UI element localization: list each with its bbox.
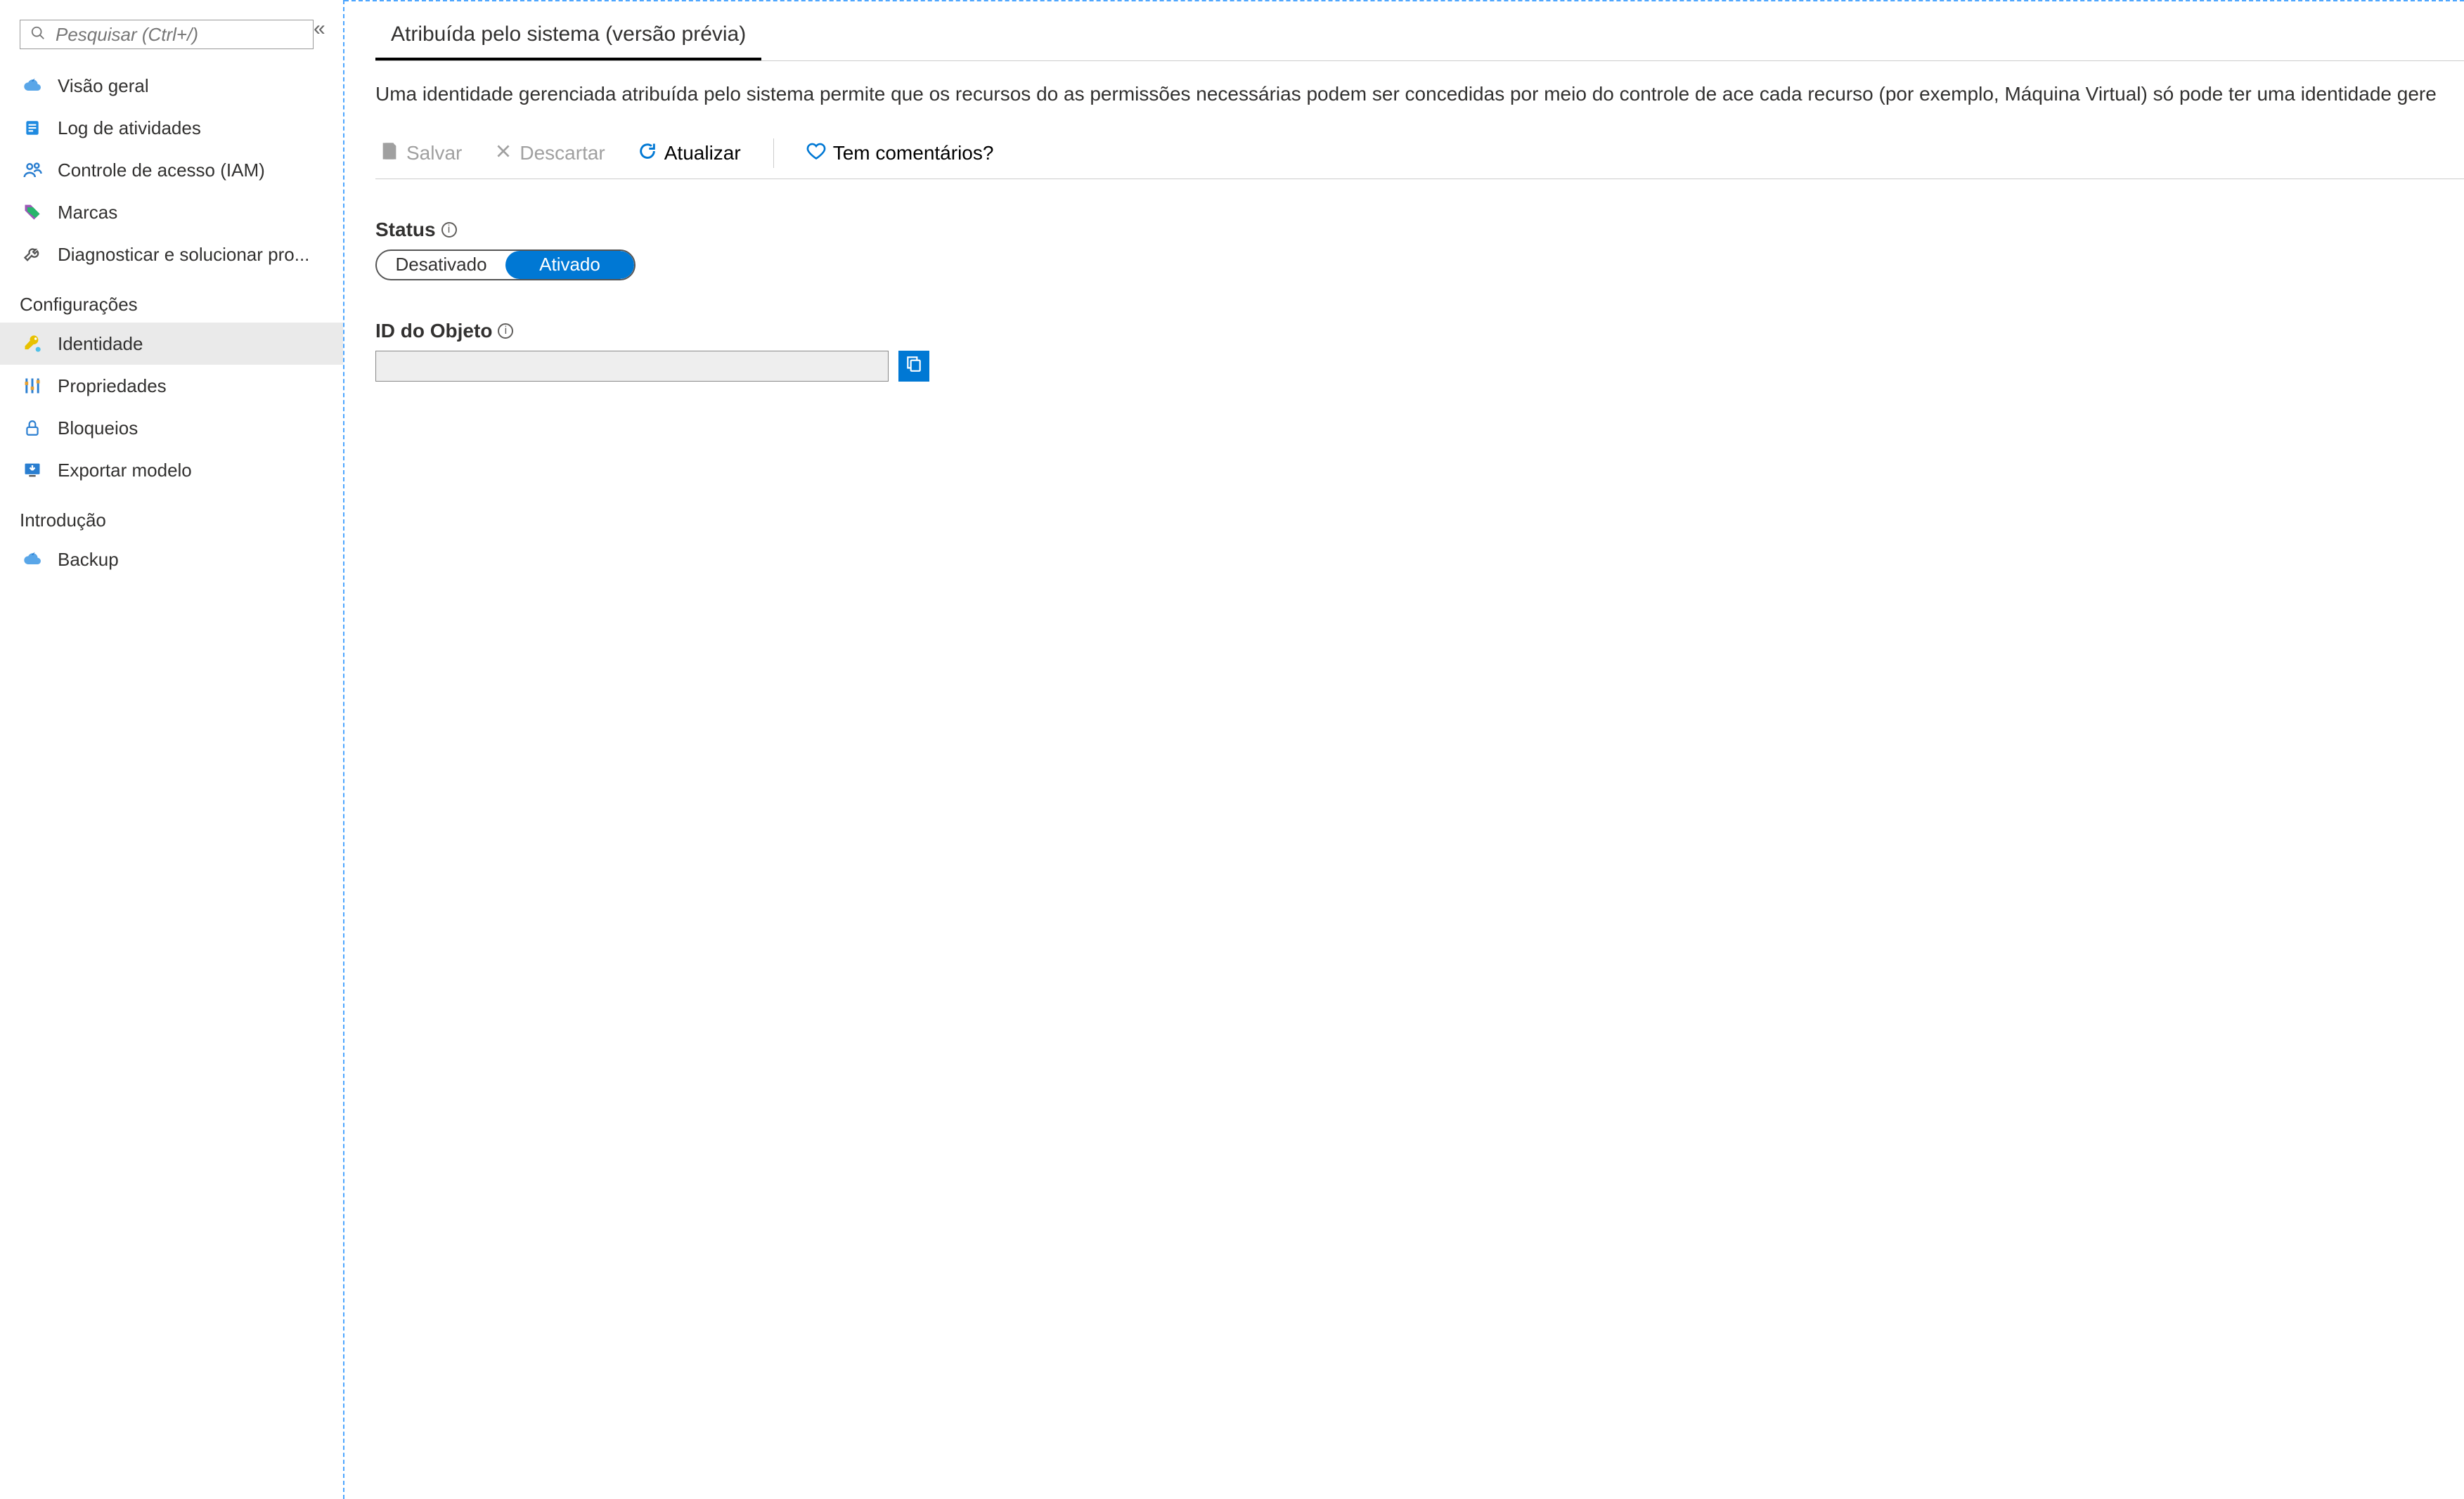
sidebar-item-label: Backup [58, 549, 343, 571]
discard-button[interactable]: Descartar [490, 139, 609, 168]
sidebar-item-label: Marcas [58, 202, 343, 223]
toolbar: Salvar Descartar Atualizar Tem comen [375, 138, 2464, 179]
sidebar-item-export-template[interactable]: Exportar modelo [0, 449, 343, 491]
wrench-icon [21, 243, 44, 266]
refresh-button[interactable]: Atualizar [633, 138, 745, 169]
sidebar-item-label: Identidade [58, 333, 343, 355]
main-panel: Atribuída pelo sistema (versão prévia) U… [344, 0, 2464, 1499]
sidebar-item-label: Diagnosticar e solucionar pro... [58, 244, 343, 266]
sidebar-item-label: Log de atividades [58, 117, 343, 139]
save-button[interactable]: Salvar [375, 138, 466, 169]
sidebar-item-locks[interactable]: Bloqueios [0, 407, 343, 449]
copy-icon [905, 354, 923, 377]
button-label: Descartar [520, 142, 605, 164]
feedback-button[interactable]: Tem comentários? [802, 138, 998, 169]
log-icon [21, 117, 44, 139]
search-box[interactable] [20, 20, 314, 49]
lock-icon [21, 417, 44, 439]
button-label: Salvar [406, 142, 462, 164]
sidebar-item-label: Controle de acesso (IAM) [58, 160, 343, 181]
sidebar-item-overview[interactable]: Visão geral [0, 65, 343, 107]
object-id-input[interactable] [375, 351, 889, 382]
sidebar-item-label: Bloqueios [58, 417, 343, 439]
sidebar-item-label: Exportar modelo [58, 460, 343, 481]
sidebar-item-label: Propriedades [58, 375, 343, 397]
status-toggle[interactable]: Desativado Ativado [375, 249, 636, 280]
search-icon [30, 24, 46, 46]
sidebar-item-tags[interactable]: Marcas [0, 191, 343, 233]
field-label-text: ID do Objeto [375, 320, 492, 342]
info-icon[interactable]: i [441, 222, 457, 238]
sidebar-item-label: Visão geral [58, 75, 343, 97]
sidebar-item-backup[interactable]: Backup [0, 538, 343, 580]
sidebar-item-identity[interactable]: Identidade [0, 323, 343, 365]
tags-icon [21, 201, 44, 223]
sidebar-item-iam[interactable]: Controle de acesso (IAM) [0, 149, 343, 191]
key-icon [21, 332, 44, 355]
search-input[interactable] [56, 24, 303, 46]
status-off-option[interactable]: Desativado [377, 251, 505, 279]
status-on-option[interactable]: Ativado [505, 251, 634, 279]
sidebar: « Visão geral Log [0, 0, 344, 1499]
copy-button[interactable] [898, 351, 929, 382]
sidebar-section-intro: Introdução [0, 491, 343, 538]
cloud-icon [21, 548, 44, 571]
heart-icon [806, 141, 826, 166]
close-icon [494, 142, 512, 165]
sliders-icon [21, 375, 44, 397]
people-icon [21, 159, 44, 181]
status-field: Status i Desativado Ativado [375, 219, 2464, 280]
sidebar-item-diagnose[interactable]: Diagnosticar e solucionar pro... [0, 233, 343, 275]
refresh-icon [638, 141, 657, 166]
collapse-sidebar-button[interactable]: « [314, 17, 336, 39]
button-label: Atualizar [664, 142, 741, 164]
tab-system-assigned[interactable]: Atribuída pelo sistema (versão prévia) [375, 14, 761, 60]
info-icon[interactable]: i [498, 323, 513, 339]
sidebar-item-activity-log[interactable]: Log de atividades [0, 107, 343, 149]
tab-bar: Atribuída pelo sistema (versão prévia) [375, 14, 2464, 61]
field-label-text: Status [375, 219, 436, 241]
identity-description: Uma identidade gerenciada atribuída pelo… [375, 81, 2464, 108]
sidebar-item-properties[interactable]: Propriedades [0, 365, 343, 407]
cloud-icon [21, 74, 44, 97]
save-icon [380, 141, 399, 166]
button-label: Tem comentários? [833, 142, 994, 164]
sidebar-scroll[interactable]: Visão geral Log de atividades Controle d… [0, 65, 343, 1495]
toolbar-separator [773, 138, 774, 168]
sidebar-section-settings: Configurações [0, 275, 343, 323]
object-id-field: ID do Objeto i [375, 320, 2464, 382]
export-icon [21, 459, 44, 481]
